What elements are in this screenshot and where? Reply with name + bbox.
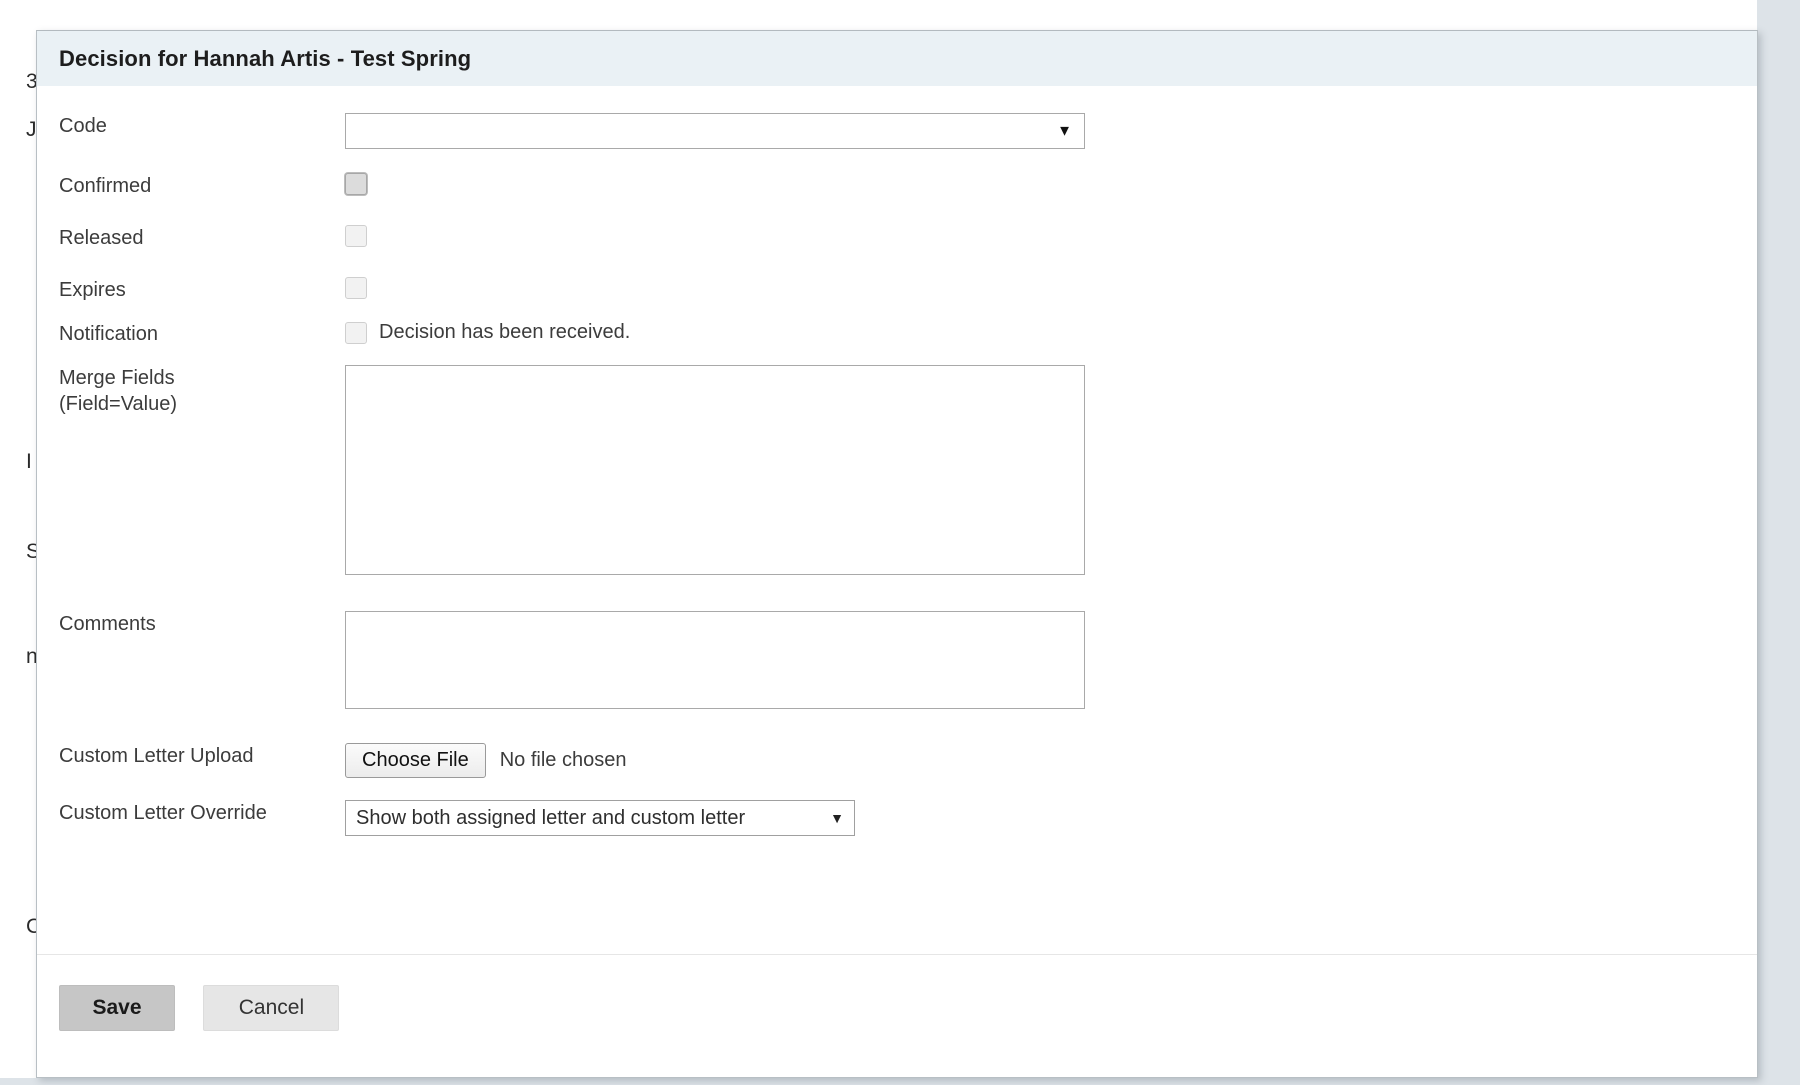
field-row-custom-letter-override: Custom Letter Override Show both assigne…	[37, 800, 1757, 836]
field-expires	[345, 277, 1757, 299]
label-merge-fields: Merge Fields (Field=Value)	[37, 365, 345, 417]
notification-checkbox[interactable]	[345, 321, 367, 344]
label-notification: Notification	[59, 323, 158, 345]
field-confirmed	[345, 173, 1757, 195]
cancel-button[interactable]: Cancel	[203, 985, 340, 1031]
dialog-footer: Save Cancel	[37, 954, 1757, 1077]
expires-checkbox[interactable]	[345, 277, 367, 299]
dialog-title: Decision for Hannah Artis - Test Spring	[59, 45, 472, 71]
label-merge-fields-line1: Merge Fields	[59, 367, 175, 389]
label-merge-fields-line2: (Field=Value)	[59, 393, 178, 415]
label-confirmed: Confirmed	[59, 175, 152, 197]
dialog-header: Decision for Hannah Artis - Test Spring	[37, 31, 1757, 87]
field-comments	[345, 611, 1757, 709]
background-text-fragment: C	[26, 915, 36, 938]
field-row-code: Code ▼	[37, 113, 1757, 149]
confirmed-checkbox[interactable]	[345, 173, 367, 195]
custom-letter-override-select[interactable]: Show both assigned letter and custom let…	[345, 800, 855, 836]
label-released: Released	[59, 227, 144, 249]
notification-checkbox-label: Decision has been received.	[379, 321, 631, 343]
comments-textarea[interactable]	[345, 611, 1085, 709]
dialog-body: Code ▼ Confirmed Released Expires Notifi…	[37, 87, 1757, 1012]
chevron-down-icon: ▼	[830, 810, 844, 826]
page-backdrop-right	[1757, 0, 1800, 1085]
label-expires: Expires	[59, 279, 126, 301]
label-custom-letter-override: Custom Letter Override	[59, 802, 267, 824]
field-custom-letter-override: Show both assigned letter and custom let…	[345, 800, 1757, 836]
merge-fields-textarea[interactable]	[345, 365, 1085, 575]
field-row-notification: Notification Decision has been received.	[37, 321, 1757, 347]
field-row-comments: Comments	[37, 611, 1757, 709]
label-code: Code	[59, 115, 107, 137]
background-text-fragment: n	[26, 645, 36, 668]
decision-dialog: Decision for Hannah Artis - Test Spring …	[36, 30, 1758, 1078]
released-checkbox[interactable]	[345, 225, 367, 247]
field-merge-fields	[345, 365, 1757, 575]
save-button[interactable]: Save	[59, 985, 175, 1031]
field-notification: Decision has been received.	[345, 321, 1757, 344]
field-row-merge-fields: Merge Fields (Field=Value)	[37, 365, 1757, 575]
background-text-fragment: J	[26, 118, 36, 141]
label-comments: Comments	[59, 613, 156, 635]
choose-file-button[interactable]: Choose File	[345, 743, 486, 778]
field-row-custom-letter-upload: Custom Letter Upload Choose File No file…	[37, 743, 1757, 778]
background-text-fragment: S	[26, 540, 36, 563]
file-status-text: No file chosen	[499, 749, 627, 771]
background-left-column: 3 J I S n C	[0, 0, 36, 1085]
code-select[interactable]: ▼	[345, 113, 1085, 149]
field-row-expires: Expires	[37, 277, 1757, 303]
field-code: ▼	[345, 113, 1757, 149]
background-text-fragment: 3	[26, 70, 36, 93]
label-custom-letter-upload: Custom Letter Upload	[59, 745, 254, 767]
page-backdrop-bottom	[0, 1078, 1800, 1085]
background-text-fragment: I	[26, 450, 32, 473]
custom-letter-override-value: Show both assigned letter and custom let…	[356, 806, 746, 829]
chevron-down-icon: ▼	[1057, 122, 1072, 140]
field-row-released: Released	[37, 225, 1757, 251]
field-custom-letter-upload: Choose File No file chosen	[345, 743, 1757, 778]
field-row-confirmed: Confirmed	[37, 173, 1757, 199]
field-released	[345, 225, 1757, 247]
page-root: 3 J I S n C Financial Aid cation PDF e >…	[0, 0, 1800, 1085]
